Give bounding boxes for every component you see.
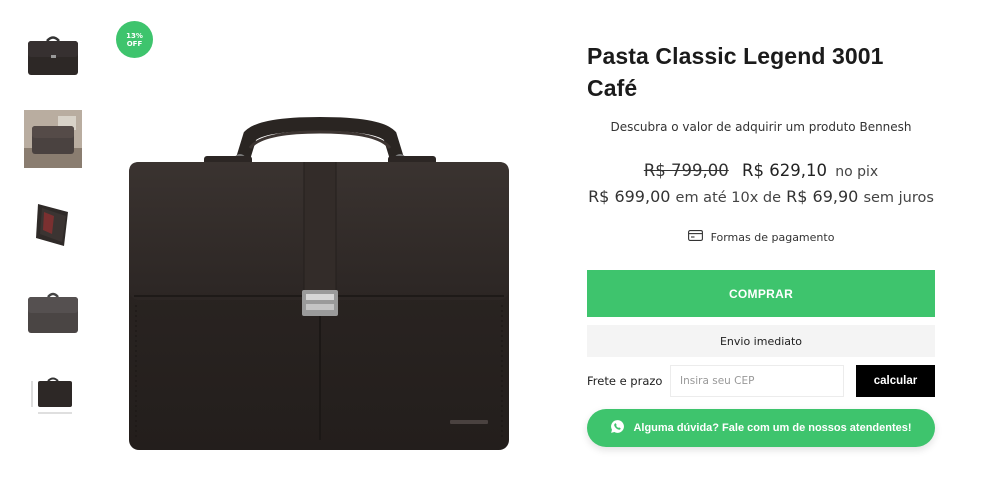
- thumbnail-back-view[interactable]: [24, 286, 82, 336]
- shipping-note: Envio imediato: [587, 325, 935, 357]
- product-info: Pasta Classic Legend 3001 Café: [587, 40, 935, 104]
- discount-badge-percent: 13%: [126, 31, 143, 40]
- product-subtitle: Descubra o valor de adquirir um produto …: [610, 120, 912, 134]
- main-product-image[interactable]: [112, 20, 532, 470]
- pix-price: R$ 629,10: [742, 161, 827, 180]
- thumbnail-lifestyle-view[interactable]: [24, 110, 82, 168]
- old-price: R$ 799,00: [643, 161, 729, 180]
- discount-badge: 13% OFF: [116, 21, 153, 58]
- payment-methods-label: Formas de pagamento: [710, 230, 835, 244]
- cep-input[interactable]: [670, 365, 844, 397]
- installments-suffix: sem juros: [863, 190, 934, 206]
- help-label: Alguma dúvida? Fale com um de nossos ate…: [633, 422, 912, 434]
- installment-value: R$ 69,90: [786, 187, 859, 206]
- thumbnail-front-view[interactable]: [24, 30, 82, 78]
- pix-price-row: R$ 799,00 R$ 629,10 no pix: [587, 161, 935, 180]
- credit-card-icon: [687, 230, 703, 244]
- discount-badge-off: OFF: [126, 39, 143, 48]
- pix-label: no pix: [835, 164, 879, 180]
- product-title-line2: Café: [587, 75, 638, 101]
- installments-row: R$ 699,00 em até 10x de R$ 69,90 sem jur…: [587, 187, 935, 206]
- buy-button[interactable]: COMPRAR: [587, 270, 935, 317]
- product-title: Pasta Classic Legend 3001 Café: [587, 40, 935, 104]
- payment-methods-link[interactable]: Formas de pagamento: [587, 230, 935, 244]
- installments-prefix: em até 10x de: [675, 190, 782, 206]
- whatsapp-help-button[interactable]: Alguma dúvida? Fale com um de nossos ate…: [587, 409, 935, 447]
- thumbnail-dimensions-view[interactable]: [24, 370, 82, 422]
- thumbnail-open-view[interactable]: [24, 198, 82, 252]
- full-price: R$ 699,00: [588, 187, 671, 206]
- product-title-line1: Pasta Classic Legend 3001: [587, 43, 884, 69]
- calculate-button[interactable]: calcular: [856, 365, 935, 397]
- freight-calculator: Frete e prazo calcular: [587, 365, 935, 397]
- freight-label: Frete e prazo: [587, 374, 663, 388]
- whatsapp-icon: [610, 419, 625, 437]
